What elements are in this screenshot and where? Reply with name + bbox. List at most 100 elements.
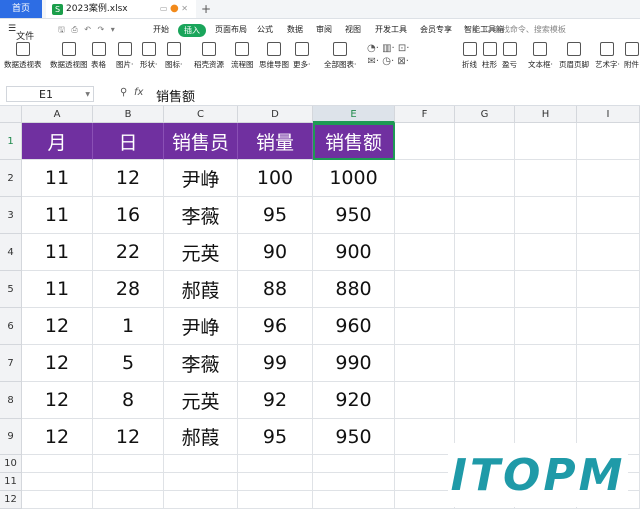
cell-h2[interactable] xyxy=(515,160,577,197)
menu-tab-home[interactable]: 开始 xyxy=(153,24,169,35)
cell-g6[interactable] xyxy=(455,308,515,345)
cell-h1[interactable] xyxy=(515,123,577,160)
command-search-input[interactable]: Q 查找命令、搜索模板 xyxy=(485,24,566,35)
cell-b6[interactable]: 1 xyxy=(93,308,164,345)
cell-i5[interactable] xyxy=(577,271,640,308)
cell-i4[interactable] xyxy=(577,234,640,271)
cell-f9[interactable] xyxy=(395,419,455,455)
cell-a3[interactable]: 11 xyxy=(22,197,93,234)
cell-e2[interactable]: 1000 xyxy=(313,160,395,197)
row-header-10[interactable]: 10 xyxy=(0,455,22,473)
cell-a8[interactable]: 12 xyxy=(22,382,93,419)
cell-a2[interactable]: 11 xyxy=(22,160,93,197)
row-header-5[interactable]: 5 xyxy=(0,271,22,308)
cell-h6[interactable] xyxy=(515,308,577,345)
cell-g4[interactable] xyxy=(455,234,515,271)
cell-i8[interactable] xyxy=(577,382,640,419)
cell-i6[interactable] xyxy=(577,308,640,345)
cell-g1[interactable] xyxy=(455,123,515,160)
cell-g3[interactable] xyxy=(455,197,515,234)
cell-d12[interactable] xyxy=(238,491,313,509)
cell-g2[interactable] xyxy=(455,160,515,197)
cell-d4[interactable]: 90 xyxy=(238,234,313,271)
cell-d2[interactable]: 100 xyxy=(238,160,313,197)
cell-a12[interactable] xyxy=(22,491,93,509)
cell-b7[interactable]: 5 xyxy=(93,345,164,382)
cell-f1[interactable] xyxy=(395,123,455,160)
cell-b3[interactable]: 16 xyxy=(93,197,164,234)
column-header-e[interactable]: E xyxy=(313,106,395,123)
picture-button[interactable]: 图片· xyxy=(116,42,133,70)
cell-e9[interactable]: 950 xyxy=(313,419,395,455)
cell-b5[interactable]: 28 xyxy=(93,271,164,308)
cell-d3[interactable]: 95 xyxy=(238,197,313,234)
select-all-corner[interactable] xyxy=(0,106,22,123)
cell-d1[interactable]: 销量 xyxy=(238,123,313,160)
cell-f8[interactable] xyxy=(395,382,455,419)
cell-a7[interactable]: 12 xyxy=(22,345,93,382)
new-tab-button[interactable]: + xyxy=(201,0,211,18)
cell-e8[interactable]: 920 xyxy=(313,382,395,419)
pivot-chart-button[interactable]: 数据透视图 xyxy=(50,42,88,70)
cell-b4[interactable]: 22 xyxy=(93,234,164,271)
cell-d6[interactable]: 96 xyxy=(238,308,313,345)
attachment-button[interactable]: 附件 xyxy=(624,42,639,70)
column-header-a[interactable]: A xyxy=(22,106,93,123)
cell-d10[interactable] xyxy=(238,455,313,473)
column-header-i[interactable]: I xyxy=(577,106,640,123)
file-tab[interactable]: S 2023案例.xlsx ▭ ● ✕ xyxy=(46,0,196,18)
cell-f6[interactable] xyxy=(395,308,455,345)
cell-i7[interactable] xyxy=(577,345,640,382)
cell-i2[interactable] xyxy=(577,160,640,197)
cell-b8[interactable]: 8 xyxy=(93,382,164,419)
column-header-b[interactable]: B xyxy=(93,106,164,123)
chart-type-buttons[interactable]: ◔· ▥· ⊡· ✉· ◷· ⊠· xyxy=(367,42,409,68)
cell-d9[interactable]: 95 xyxy=(238,419,313,455)
sparkline-winloss-button[interactable]: 盈亏 xyxy=(502,42,517,70)
table-button[interactable]: 表格 xyxy=(91,42,106,70)
row-header-8[interactable]: 8 xyxy=(0,382,22,419)
cell-d11[interactable] xyxy=(238,473,313,491)
cell-f2[interactable] xyxy=(395,160,455,197)
cell-c9[interactable]: 郝葭 xyxy=(164,419,238,455)
cell-g8[interactable] xyxy=(455,382,515,419)
row-header-12[interactable]: 12 xyxy=(0,491,22,509)
pivot-table-button[interactable]: 数据透视表 xyxy=(4,42,42,70)
cell-f11[interactable] xyxy=(395,473,455,491)
zoom-icon[interactable]: ⚲ xyxy=(120,87,127,98)
cell-h4[interactable] xyxy=(515,234,577,271)
cell-e7[interactable]: 990 xyxy=(313,345,395,382)
column-header-g[interactable]: G xyxy=(455,106,515,123)
menu-tab-developer[interactable]: 开发工具 xyxy=(375,24,407,35)
cell-a10[interactable] xyxy=(22,455,93,473)
cell-g7[interactable] xyxy=(455,345,515,382)
home-tab[interactable]: 首页 xyxy=(0,0,42,18)
cell-i3[interactable] xyxy=(577,197,640,234)
name-box[interactable]: E1 ▼ xyxy=(6,86,94,102)
cell-c5[interactable]: 郝葭 xyxy=(164,271,238,308)
cell-e4[interactable]: 900 xyxy=(313,234,395,271)
cell-a5[interactable]: 11 xyxy=(22,271,93,308)
sparkline-column-button[interactable]: 柱形 xyxy=(482,42,497,70)
cell-c10[interactable] xyxy=(164,455,238,473)
cell-c12[interactable] xyxy=(164,491,238,509)
cell-b12[interactable] xyxy=(93,491,164,509)
cell-e12[interactable] xyxy=(313,491,395,509)
cell-a6[interactable]: 12 xyxy=(22,308,93,345)
cell-a4[interactable]: 11 xyxy=(22,234,93,271)
cell-f5[interactable] xyxy=(395,271,455,308)
cell-c1[interactable]: 销售员 xyxy=(164,123,238,160)
cell-i1[interactable] xyxy=(577,123,640,160)
cell-b1[interactable]: 日 xyxy=(93,123,164,160)
cell-b11[interactable] xyxy=(93,473,164,491)
cell-c7[interactable]: 李薇 xyxy=(164,345,238,382)
menu-tab-data[interactable]: 数据 xyxy=(287,24,303,35)
cell-f12[interactable] xyxy=(395,491,455,509)
column-header-f[interactable]: F xyxy=(395,106,455,123)
cell-b2[interactable]: 12 xyxy=(93,160,164,197)
cell-f4[interactable] xyxy=(395,234,455,271)
menu-tab-view[interactable]: 视图 xyxy=(345,24,361,35)
row-header-7[interactable]: 7 xyxy=(0,345,22,382)
row-header-9[interactable]: 9 xyxy=(0,419,22,455)
mind-map-button[interactable]: 思维导图 xyxy=(259,42,289,70)
